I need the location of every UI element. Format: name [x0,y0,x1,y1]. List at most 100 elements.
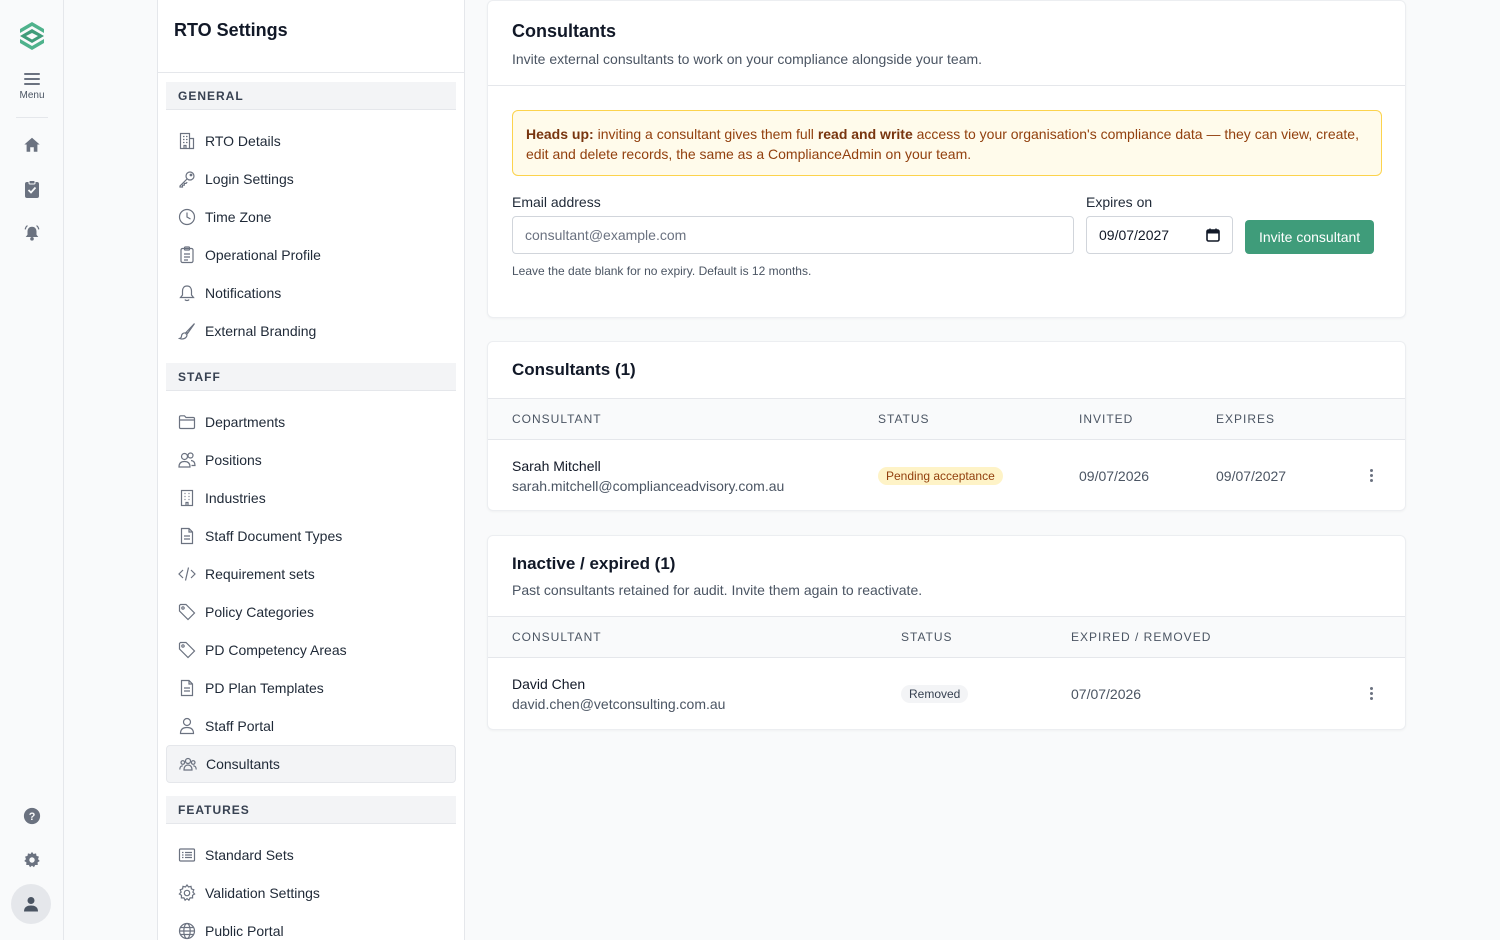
column-header: EXPIRES [1216,412,1276,426]
app-rail: Menu ? [0,0,64,940]
gear-icon [178,884,196,902]
notice-text: inviting a consultant gives them full [593,126,818,142]
expired-removed-date: 07/07/2026 [1071,686,1142,702]
invite-consultant-card: Consultants Invite external consultants … [487,0,1406,318]
list-icon [178,848,196,862]
section-general: GENERAL [166,82,456,110]
rail-divider [16,117,48,118]
user-icon [179,717,195,735]
expires-date-value: 09/07/2027 [1099,227,1170,243]
home-icon [24,137,40,152]
nav-label: Staff Document Types [205,528,343,544]
code-icon [178,567,196,581]
folder-icon [178,415,196,430]
status-badge: Removed [901,685,969,703]
bell-icon [179,285,195,302]
column-header: CONSULTANT [512,412,602,426]
nav-policy-categories[interactable]: Policy Categories [166,593,456,631]
expires-date-input[interactable]: 09/07/2027 [1086,216,1233,254]
email-input[interactable] [512,216,1074,254]
nav-label: Consultants [206,756,280,772]
nav-standard-sets[interactable]: Standard Sets [166,836,456,874]
clipboard-check-icon [25,180,39,198]
nav-pd-plan-templates[interactable]: PD Plan Templates [166,669,456,707]
document-icon [180,527,194,545]
svg-text:?: ? [29,811,36,823]
status-badge: Pending acceptance [878,467,1003,485]
tag-icon [178,603,196,621]
card-title: Inactive / expired (1) [512,554,676,573]
card-title: Consultants (1) [512,360,636,379]
nav-operational-profile[interactable]: Operational Profile [166,236,456,274]
nav-positions[interactable]: Positions [166,441,456,479]
consultants-table-card: Consultants (1) CONSULTANT STATUS INVITE… [487,341,1406,511]
nav-label: Public Portal [205,923,284,939]
nav-label: Departments [205,414,286,430]
building-icon [179,132,195,150]
menu-label: Menu [19,90,45,101]
table-header: CONSULTANT STATUS INVITED EXPIRES [488,398,1405,440]
card-subtitle: Invite external consultants to work on y… [512,51,983,67]
nav-label: RTO Details [205,133,281,149]
nav-label: External Branding [205,323,317,339]
row-actions-button[interactable] [1361,681,1381,705]
nav-requirement-sets[interactable]: Requirement sets [166,555,456,593]
consultant-name: David Chen [512,676,586,692]
section-features: FEATURES [166,796,456,824]
invite-consultant-button[interactable]: Invite consultant [1245,220,1375,254]
consultant-name: Sarah Mitchell [512,458,601,474]
consultant-email: sarah.mitchell@complianceadvisory.com.au [512,478,785,494]
nav-label: Notifications [205,285,282,301]
user-icon [24,897,38,912]
document-icon [180,679,194,697]
nav-industries[interactable]: Industries [166,479,456,517]
nav-label: Requirement sets [205,566,315,582]
nav-label: Operational Profile [205,247,321,263]
nav-rto-details[interactable]: RTO Details [166,122,456,160]
help-button[interactable]: ? [16,800,48,832]
key-icon [179,171,195,188]
notice-heading: Heads up: [526,126,594,142]
settings-sidebar: RTO Settings GENERAL RTO Details Login S… [157,0,465,940]
nav-notifications[interactable]: Notifications [166,274,456,312]
brand-logo-icon[interactable] [17,20,47,52]
user-group-icon [179,757,197,771]
card-subtitle: Past consultants retained for audit. Inv… [512,582,923,598]
nav-time-zone[interactable]: Time Zone [166,198,456,236]
nav-pd-competency-areas[interactable]: PD Competency Areas [166,631,456,669]
nav-label: PD Competency Areas [205,642,347,658]
nav-home-button[interactable] [16,129,48,161]
column-header: STATUS [901,630,953,644]
nav-external-branding[interactable]: External Branding [166,312,456,350]
nav-label: Time Zone [205,209,272,225]
row-actions-button[interactable] [1361,463,1381,487]
calendar-icon[interactable] [1206,228,1220,242]
expiry-hint: Leave the date blank for no expiry. Defa… [512,264,812,278]
column-header: EXPIRED / REMOVED [1071,630,1212,644]
nav-public-portal[interactable]: Public Portal [166,912,456,940]
consultant-email: david.chen@vetconsulting.com.au [512,696,726,712]
users-icon [178,452,196,468]
menu-toggle-button[interactable]: Menu [12,70,52,106]
hamburger-icon [24,73,40,85]
nav-alerts-button[interactable] [16,217,48,249]
nav-label: Positions [205,452,262,468]
section-staff: STAFF [166,363,456,391]
nav-tasks-button[interactable] [16,173,48,205]
nav-consultants[interactable]: Consultants [166,745,456,783]
nav-staff-portal[interactable]: Staff Portal [166,707,456,745]
user-avatar[interactable] [11,884,51,924]
nav-staff-document-types[interactable]: Staff Document Types [166,517,456,555]
settings-title: RTO Settings [174,20,288,40]
column-header: INVITED [1079,412,1134,426]
tag-icon [178,641,196,659]
nav-label: Standard Sets [205,847,294,863]
nav-login-settings[interactable]: Login Settings [166,160,456,198]
notice-emphasis: read and write [817,126,913,142]
nav-departments[interactable]: Departments [166,403,456,441]
nav-validation-settings[interactable]: Validation Settings [166,874,456,912]
globe-icon [178,922,196,940]
email-label: Email address [512,194,601,210]
card-title: Consultants [512,21,617,41]
settings-button[interactable] [16,844,48,876]
